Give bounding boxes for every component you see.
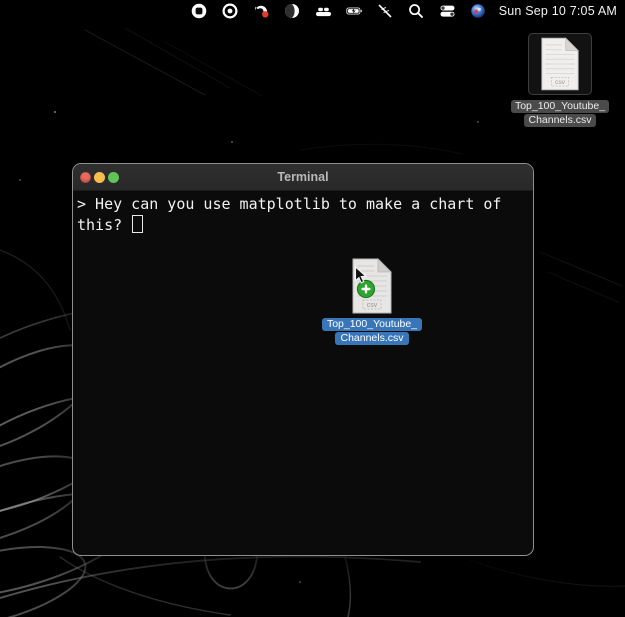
file-label-line2: Channels.csv — [524, 114, 595, 127]
minimize-button[interactable] — [94, 172, 105, 183]
record-icon[interactable] — [222, 3, 239, 20]
siri-icon[interactable] — [470, 3, 487, 20]
dragged-label-line2: Channels.csv — [335, 332, 408, 345]
battery-charging-icon[interactable] — [346, 3, 363, 20]
dragged-file-label: Top_100_Youtube_ Channels.csv — [322, 317, 422, 345]
control-center-icon[interactable] — [439, 3, 456, 20]
terminal-cursor — [132, 215, 143, 233]
gauge-icon[interactable] — [253, 3, 270, 20]
stop-recording-icon[interactable] — [191, 3, 208, 20]
traffic-lights — [80, 172, 119, 183]
terminal-window[interactable]: Terminal > Hey can you use matplotlib to… — [72, 163, 534, 556]
zoom-button[interactable] — [108, 172, 119, 183]
close-button[interactable] — [80, 172, 91, 183]
file-label-line1: Top_100_Youtube_ — [511, 100, 609, 113]
menubar-clock[interactable]: Sun Sep 10 7:05 AM — [499, 4, 617, 18]
dragged-label-line1: Top_100_Youtube_ — [322, 318, 422, 331]
desktop-file-label: Top_100_Youtube_ Channels.csv — [511, 99, 609, 127]
mouse-cursor-icon — [354, 266, 367, 285]
terminal-body[interactable]: > Hey can you use matplotlib to make a c… — [73, 191, 533, 239]
notification-badge — [262, 11, 268, 17]
terminal-titlebar[interactable]: Terminal — [73, 164, 533, 191]
terminal-text-line2-text: this? — [77, 216, 131, 234]
status-icons — [191, 3, 487, 20]
document-icon — [539, 37, 581, 91]
wifi-off-icon[interactable] — [377, 3, 394, 20]
dragged-file[interactable]: Top_100_Youtube_ Channels.csv — [301, 257, 443, 345]
window-title: Terminal — [73, 170, 533, 184]
contrast-icon[interactable] — [284, 3, 301, 20]
menu-bar: Sun Sep 10 7:05 AM — [0, 0, 625, 22]
spotlight-search-icon[interactable] — [408, 3, 425, 20]
terminal-text-line2: this? — [77, 215, 529, 236]
terminal-text-line1: > Hey can you use matplotlib to make a c… — [77, 194, 529, 215]
desktop-file-csv[interactable]: Top_100_Youtube_ Channels.csv — [498, 33, 622, 127]
csv-file-icon[interactable] — [528, 33, 592, 95]
bed-icon[interactable] — [315, 3, 332, 20]
